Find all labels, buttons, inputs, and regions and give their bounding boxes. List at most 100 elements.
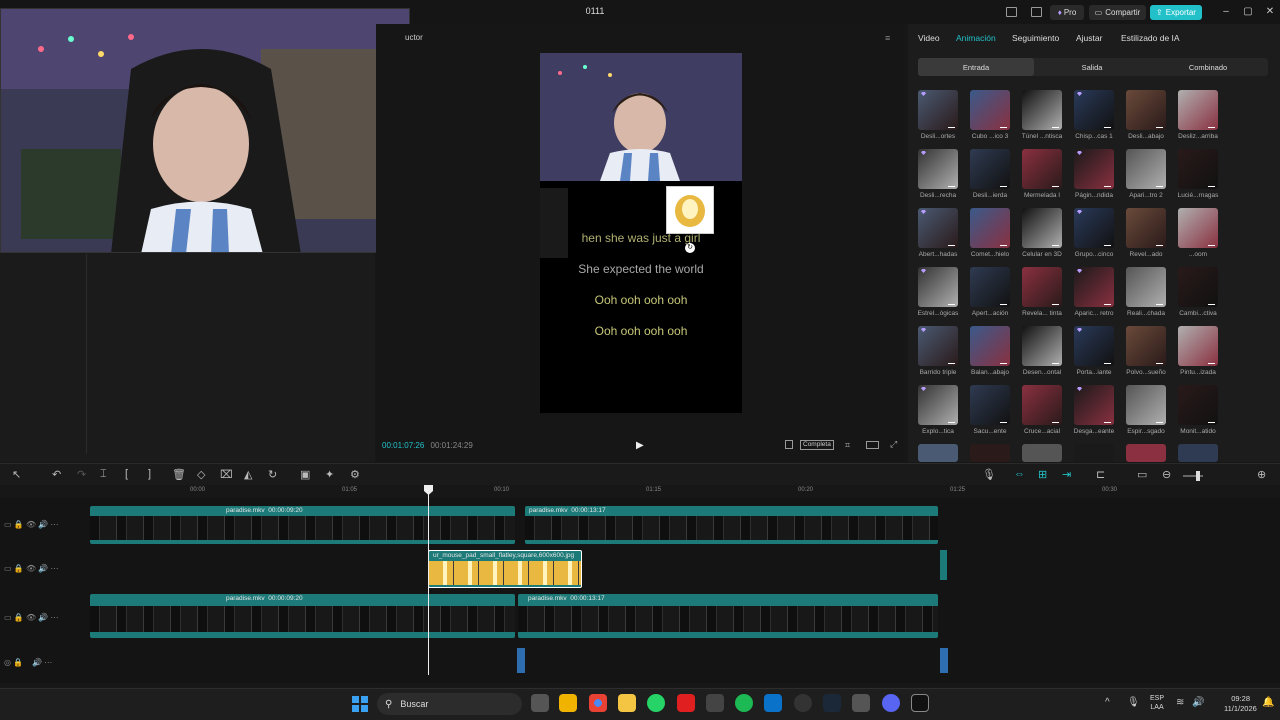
effect-thumbnail[interactable] [1022,385,1062,425]
zoom-slider[interactable] [1183,475,1203,477]
maximize-button[interactable]: ▢ [1240,5,1256,19]
trim-left-icon[interactable]: [ [125,468,128,480]
snap-icon[interactable]: ⇥ [1062,468,1071,481]
effect-thumbnail[interactable] [1126,326,1166,366]
video-clip[interactable]: paradise.mkv 00:00:09:20 [90,594,515,638]
effect-thumbnail[interactable] [970,267,1010,307]
undo-icon[interactable]: ↶ [52,468,61,481]
crop-icon[interactable]: ⌧ [220,468,233,481]
view-mode-button[interactable]: Completa [800,440,834,450]
resolution-icon[interactable] [866,441,879,449]
rotate-handle-icon[interactable]: ↻ [685,243,695,253]
effect-thumbnail[interactable] [1126,267,1166,307]
store-icon[interactable] [559,694,577,712]
effect-thumbnail[interactable] [1126,444,1166,462]
image-clip[interactable]: ur_mouse_pad_small_flatley,square,600x60… [428,550,582,588]
tab-video[interactable]: Video [918,33,940,43]
effect-thumbnail[interactable] [918,326,958,366]
effect-thumbnail[interactable] [1126,90,1166,130]
effect-thumbnail[interactable] [1022,149,1062,189]
effect-thumbnail[interactable] [970,208,1010,248]
subtab-combo[interactable]: Combinado [1150,58,1266,76]
freeze-icon[interactable]: ▣ [300,468,310,481]
tab-adjust[interactable]: Ajustar [1076,33,1102,43]
effect-thumbnail[interactable] [1074,444,1114,462]
app-icon[interactable] [852,694,870,712]
effect-thumbnail[interactable] [1074,267,1114,307]
effect-thumbnail[interactable] [1126,385,1166,425]
effect-thumbnail[interactable] [918,267,958,307]
effect-thumbnail[interactable] [918,385,958,425]
effect-thumbnail[interactable] [970,326,1010,366]
whatsapp-icon[interactable] [647,694,665,712]
split-icon[interactable]: ⌶ [100,468,107,481]
settings-icon[interactable] [794,694,812,712]
subtitle-icon[interactable]: ▭ [1137,468,1147,481]
preview-axis-icon[interactable]: ⊏ [1096,468,1105,481]
task-view-icon[interactable] [531,694,549,712]
effect-thumbnail[interactable] [918,149,958,189]
effect-thumbnail[interactable] [970,444,1010,462]
steam-icon[interactable] [823,694,841,712]
youtube-icon[interactable] [677,694,695,712]
windows-start-icon[interactable] [352,696,368,712]
chevron-up-icon[interactable]: ^ [1105,697,1110,708]
notifications-icon[interactable]: 🔔 [1262,697,1274,708]
track-controls[interactable]: ◎ 🔒 🔊 ⋯ [4,658,52,667]
share-button[interactable]: ▭ Compartir [1089,5,1146,20]
video-clip[interactable]: paradise.mkv 00:00:13:17 [525,506,938,544]
menu-icon[interactable]: ≡ [885,33,890,43]
link-icon[interactable]: ⇔ [1014,468,1025,480]
effect-thumbnail[interactable] [918,208,958,248]
file-explorer-icon[interactable] [618,694,636,712]
track-controls[interactable]: ▭ 🔒 👁 🔊 ⋯ [4,613,59,622]
marker-icon[interactable]: ◇ [197,468,205,481]
ratio-icon[interactable] [785,440,793,449]
effect-thumbnail[interactable] [1126,149,1166,189]
effect-thumbnail[interactable] [1178,208,1218,248]
tab-ai-style[interactable]: Estilizado de IA [1121,33,1180,43]
effect-thumbnail[interactable] [918,90,958,130]
microphone-icon[interactable]: 🎙 [982,468,996,481]
layout-icon[interactable] [1006,7,1017,17]
zoom-handle[interactable] [1196,471,1200,481]
effect-thumbnail[interactable] [1022,444,1062,462]
play-button[interactable]: ▶ [636,440,644,451]
taskbar-search[interactable]: ⚲ Buscar [377,693,522,715]
capcut-icon[interactable] [911,694,929,712]
tab-tracking[interactable]: Seguimiento [1012,33,1059,43]
effect-thumbnail[interactable] [1074,149,1114,189]
ai-tool-icon[interactable]: ✦ [325,468,334,481]
effect-thumbnail[interactable] [1178,444,1218,462]
zoom-in-icon[interactable]: ⊕ [1257,468,1266,481]
effect-thumbnail[interactable] [1178,90,1218,130]
sticker-image[interactable] [666,186,714,234]
volume-icon[interactable]: 🔊 [1192,697,1204,708]
magnet-icon[interactable]: ⊞ [1038,468,1047,481]
app-icon[interactable] [706,694,724,712]
language-indicator[interactable]: ESP LAA [1150,694,1164,712]
video-clip[interactable]: paradise.mkv 00:00:09:20 [90,506,515,544]
microphone-tray-icon[interactable]: 🎙 [1127,697,1140,708]
video-clip[interactable]: paradise.mkv 00:00:13:17 [518,594,938,638]
effect-thumbnail[interactable] [970,149,1010,189]
effect-thumbnail[interactable] [1022,267,1062,307]
vscode-icon[interactable] [764,694,782,712]
effect-thumbnail[interactable] [1178,385,1218,425]
track-controls[interactable]: ▭ 🔒 👁 🔊 ⋯ [4,564,59,573]
redo-icon[interactable]: ↷ [77,468,86,481]
effect-thumbnail[interactable] [1074,208,1114,248]
fit-icon[interactable]: ⌗ [845,440,850,451]
rotate-icon[interactable]: ↻ [268,468,277,481]
fullscreen-icon[interactable]: ⤢ [890,439,897,450]
effect-thumbnail[interactable] [1074,385,1114,425]
clock[interactable]: 09:28 11/1/2026 [1224,694,1257,714]
effect-thumbnail[interactable] [1178,326,1218,366]
delete-icon[interactable]: 🗑 [172,468,186,481]
playhead[interactable] [428,485,429,675]
effect-thumbnail[interactable] [1074,326,1114,366]
subtab-out[interactable]: Salida [1034,58,1150,76]
pro-button[interactable]: ♦ Pro [1050,5,1084,20]
zoom-out-icon[interactable]: ⊖ [1162,468,1171,481]
smart-tool-icon[interactable]: ⚙ [350,468,360,481]
